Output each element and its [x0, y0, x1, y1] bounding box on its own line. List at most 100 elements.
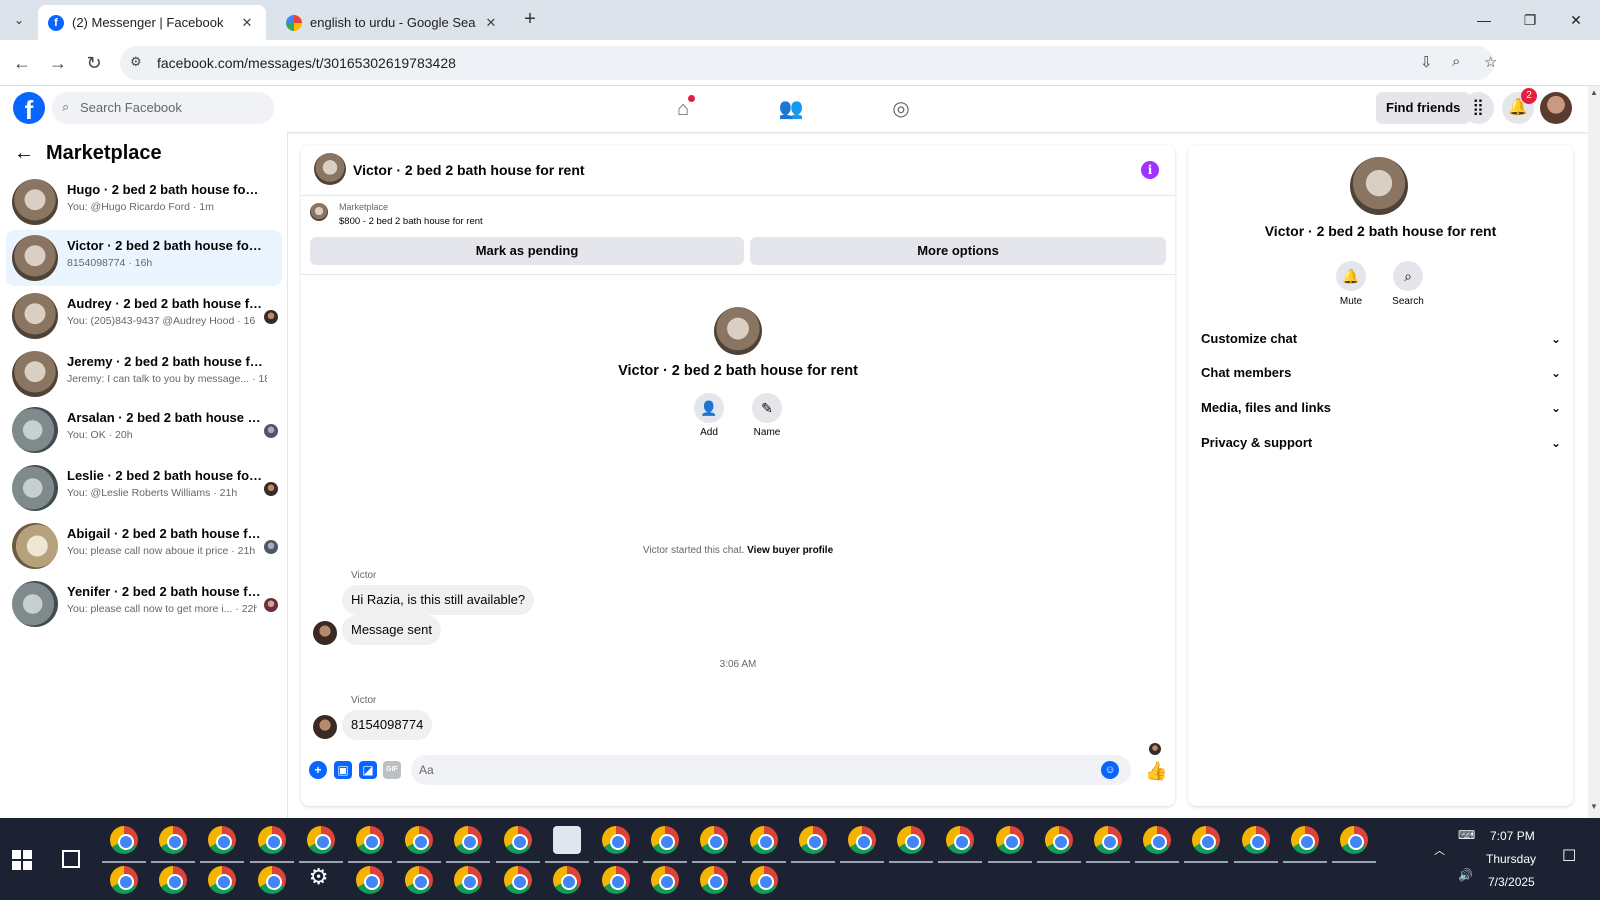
photo-icon[interactable]: ▣	[334, 761, 352, 779]
settings-gear-icon[interactable]: ⚙	[309, 864, 329, 890]
chrome-taskbar-icon[interactable]	[1241, 826, 1270, 854]
chrome-taskbar-icon[interactable]	[159, 866, 188, 894]
address-bar[interactable]: ⚙ facebook.com/messages/t/30165302619783…	[120, 46, 1497, 80]
close-tab-icon[interactable]: ✕	[238, 15, 256, 31]
back-icon[interactable]: ←	[10, 51, 34, 75]
chrome-taskbar-icon[interactable]	[602, 826, 630, 854]
message-input[interactable]: Aa ☺	[411, 755, 1131, 785]
chrome-taskbar-icon[interactable]	[651, 826, 680, 854]
info-icon[interactable]: i	[1141, 161, 1159, 179]
install-app-icon[interactable]: ⇩	[1420, 53, 1433, 71]
chrome-taskbar-icon[interactable]	[503, 866, 532, 894]
message-bubble[interactable]: 8154098774	[342, 710, 433, 740]
chrome-taskbar-icon[interactable]	[1143, 826, 1172, 854]
menu-grid-icon[interactable]: ⣿	[1462, 92, 1494, 124]
volume-icon[interactable]: 🔊	[1458, 868, 1473, 882]
chrome-taskbar-icon[interactable]	[552, 866, 581, 894]
chrome-taskbar-icon[interactable]	[1192, 826, 1221, 854]
media-files-links-section[interactable]: Media, files and links ⌄	[1201, 392, 1561, 424]
chrome-taskbar-icon[interactable]	[749, 826, 778, 854]
chrome-taskbar-icon[interactable]	[897, 826, 926, 854]
chrome-taskbar-icon[interactable]	[602, 866, 630, 894]
chrome-taskbar-icon[interactable]	[503, 826, 532, 854]
chat-title[interactable]: Victor · 2 bed 2 bath house for rent	[353, 162, 585, 178]
search-icon[interactable]: ⌕	[1393, 261, 1423, 291]
restore-button[interactable]: ❐	[1510, 6, 1550, 34]
customize-chat-section[interactable]: Customize chat ⌄	[1201, 323, 1561, 355]
conversation-item[interactable]: Yenifer · 2 bed 2 bath house for ... You…	[6, 576, 282, 632]
gif-icon[interactable]: GIF	[383, 761, 401, 779]
network-icon[interactable]: ⌨	[1458, 828, 1475, 842]
conversation-item[interactable]: Abigail · 2 bed 2 bath house for ... You…	[6, 518, 282, 574]
sender-avatar[interactable]	[313, 715, 337, 739]
chrome-taskbar-icon[interactable]	[306, 826, 335, 854]
chrome-taskbar-icon[interactable]	[946, 826, 975, 854]
chat-avatar[interactable]	[314, 153, 346, 185]
message-bubble[interactable]: Hi Razia, is this still available?	[342, 585, 535, 615]
chat-members-section[interactable]: Chat members ⌄	[1201, 357, 1561, 389]
scroll-up-icon[interactable]: ▲	[1588, 88, 1600, 97]
conversation-item[interactable]: Victor · 2 bed 2 bath house for rent 815…	[6, 230, 282, 286]
privacy-support-section[interactable]: Privacy & support ⌄	[1201, 427, 1561, 459]
chrome-taskbar-icon[interactable]	[749, 866, 778, 894]
bookmark-star-icon[interactable]: ☆	[1484, 53, 1497, 71]
sender-avatar[interactable]	[313, 621, 337, 645]
chrome-taskbar-icon[interactable]	[454, 866, 483, 894]
message-bubble[interactable]: Message sent	[342, 615, 441, 645]
chrome-taskbar-icon[interactable]	[257, 866, 286, 894]
facebook-logo-icon[interactable]: f	[13, 92, 45, 124]
mute-bell-icon[interactable]: 🔔	[1336, 261, 1366, 291]
chrome-taskbar-icon[interactable]	[405, 866, 434, 894]
chrome-taskbar-icon[interactable]	[405, 826, 434, 854]
chrome-taskbar-icon[interactable]	[995, 826, 1024, 854]
chrome-taskbar-icon[interactable]	[110, 866, 138, 894]
conversation-item[interactable]: Leslie · 2 bed 2 bath house for r... You…	[6, 460, 282, 516]
chrome-taskbar-icon[interactable]	[798, 826, 827, 854]
chrome-taskbar-icon[interactable]	[1340, 826, 1368, 854]
view-buyer-profile-link[interactable]: View buyer profile	[747, 545, 833, 556]
chrome-taskbar-icon[interactable]	[159, 826, 188, 854]
windows-start-icon[interactable]	[12, 850, 32, 870]
show-hidden-icons-chevron-icon[interactable]: ︿	[1434, 842, 1445, 858]
conversation-item[interactable]: Arsalan · 2 bed 2 bath house for... You:…	[6, 402, 282, 458]
chrome-taskbar-icon[interactable]	[1044, 826, 1073, 854]
task-view-icon[interactable]	[62, 850, 80, 868]
edit-name-icon[interactable]: ✎	[752, 393, 782, 423]
taskbar-app-icon[interactable]	[552, 826, 581, 854]
notification-center-icon[interactable]: ☐	[1562, 846, 1576, 866]
groups-icon[interactable]: ◎	[888, 96, 914, 122]
add-person-icon[interactable]: 👤	[694, 393, 724, 423]
chrome-taskbar-icon[interactable]	[356, 866, 384, 894]
clock-time[interactable]: 7:07 PM	[1490, 829, 1535, 843]
minimize-button[interactable]: —	[1464, 6, 1504, 34]
tab-search-icon[interactable]: ⌄	[6, 8, 32, 32]
conversation-item[interactable]: Jeremy · 2 bed 2 bath house for rent Jer…	[6, 346, 282, 402]
mark-as-pending-button[interactable]: Mark as pending	[310, 237, 744, 265]
listing-price[interactable]: $800 - 2 bed 2 bath house for rent	[339, 216, 483, 227]
zoom-icon[interactable]: ⌕	[1452, 53, 1460, 70]
tab-messenger[interactable]: f (2) Messenger | Facebook ✕	[38, 5, 266, 40]
scroll-down-icon[interactable]: ▼	[1588, 802, 1600, 811]
find-friends-button[interactable]: Find friends	[1376, 92, 1471, 124]
facebook-search-input[interactable]: ⌕ Search Facebook	[52, 92, 274, 124]
more-options-button[interactable]: More options	[750, 237, 1166, 265]
new-tab-button[interactable]: +	[518, 8, 542, 32]
clock-day[interactable]: Thursday	[1486, 852, 1536, 866]
page-scrollbar[interactable]: ▲ ▼	[1588, 86, 1600, 818]
chrome-taskbar-icon[interactable]	[651, 866, 680, 894]
tab-google-search[interactable]: english to urdu - Google Search ✕	[276, 5, 510, 40]
chrome-taskbar-icon[interactable]	[700, 866, 729, 894]
plus-icon[interactable]: +	[309, 761, 327, 779]
forward-icon[interactable]: →	[46, 51, 70, 75]
account-avatar[interactable]	[1540, 92, 1572, 124]
conversation-item[interactable]: Audrey · 2 bed 2 bath house for ... You:…	[6, 288, 282, 344]
chrome-taskbar-icon[interactable]	[110, 826, 138, 854]
chrome-taskbar-icon[interactable]	[208, 866, 237, 894]
chrome-taskbar-icon[interactable]	[1290, 826, 1319, 854]
back-arrow-icon[interactable]: ←	[14, 142, 34, 165]
sticker-icon[interactable]: ◪	[359, 761, 377, 779]
chrome-taskbar-icon[interactable]	[257, 826, 286, 854]
chrome-taskbar-icon[interactable]	[356, 826, 384, 854]
close-window-button[interactable]: ✕	[1556, 6, 1596, 34]
reload-icon[interactable]: ↻	[82, 51, 106, 75]
